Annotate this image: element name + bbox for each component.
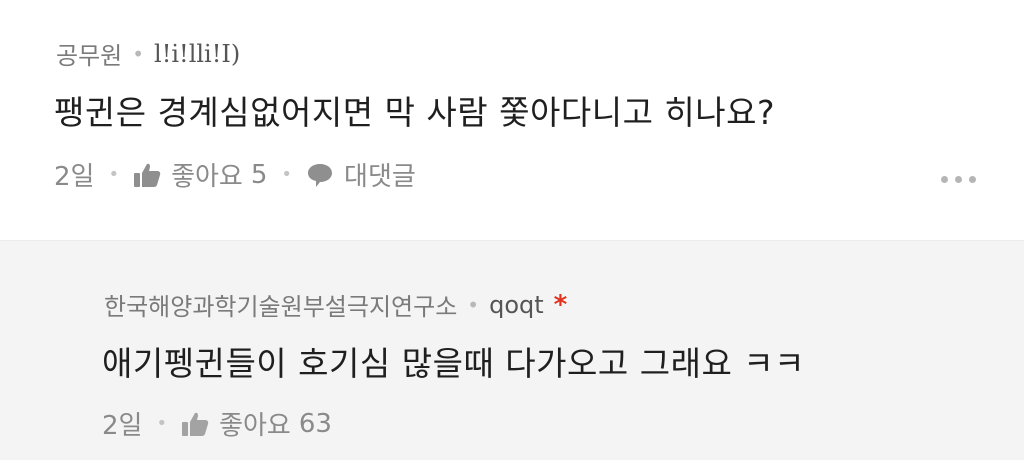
- like-count: 63: [298, 408, 332, 439]
- author-nickname[interactable]: l!i!lli!I): [154, 40, 240, 68]
- author-name[interactable]: 공무원: [56, 36, 122, 71]
- comment-time: 2일: [102, 411, 143, 441]
- thumbs-up-icon: [182, 412, 209, 436]
- more-dot: [955, 176, 962, 183]
- like-count: 5: [250, 159, 268, 190]
- reply-button[interactable]: 대댓글: [306, 156, 416, 193]
- like-button[interactable]: 좋아요 5: [133, 156, 267, 193]
- comment: 공무원 • l!i!lli!I) 팽귄은 경계심없어지면 막 사람 쫓아다니고 …: [0, 0, 1024, 240]
- comment-time: 2일: [54, 162, 95, 192]
- author-badge: *: [553, 289, 568, 320]
- reply-label: 대댓글: [344, 162, 416, 192]
- comment-actions: 2일 • 좋아요 5 • 대댓글: [54, 156, 416, 193]
- more-dot: [941, 176, 948, 183]
- reply-comment: 한국해양과학기술원부설극지연구소 • qoqt * 애기펭귄들이 호기심 많을때…: [0, 240, 1024, 460]
- like-button[interactable]: 좋아요 63: [181, 405, 332, 442]
- like-label: 좋아요: [219, 411, 291, 441]
- separator-dot: •: [281, 164, 293, 185]
- speech-bubble-icon: [308, 163, 333, 187]
- more-dot: [969, 176, 976, 183]
- comment-meta: 한국해양과학기술원부설극지연구소 • qoqt *: [104, 287, 567, 322]
- comment-actions: 2일 • 좋아요 63: [102, 405, 332, 442]
- comment-meta: 공무원 • l!i!lli!I): [56, 36, 240, 71]
- more-dots-icon[interactable]: [941, 176, 976, 183]
- author-nickname[interactable]: qoqt: [489, 291, 544, 319]
- author-name[interactable]: 한국해양과학기술원부설극지연구소: [104, 287, 457, 322]
- like-label: 좋아요: [171, 162, 243, 192]
- thumbs-up-icon: [134, 163, 161, 187]
- comment-text: 팽귄은 경계심없어지면 막 사람 쫓아다니고 히나요?: [54, 93, 776, 132]
- comment-text: 애기펭귄들이 호기심 많을때 다가오고 그래요 ㅋㅋ: [102, 344, 806, 383]
- separator-dot: •: [108, 164, 120, 185]
- separator-dot: •: [156, 413, 168, 434]
- separator-dot: •: [132, 41, 145, 66]
- separator-dot: •: [467, 292, 480, 317]
